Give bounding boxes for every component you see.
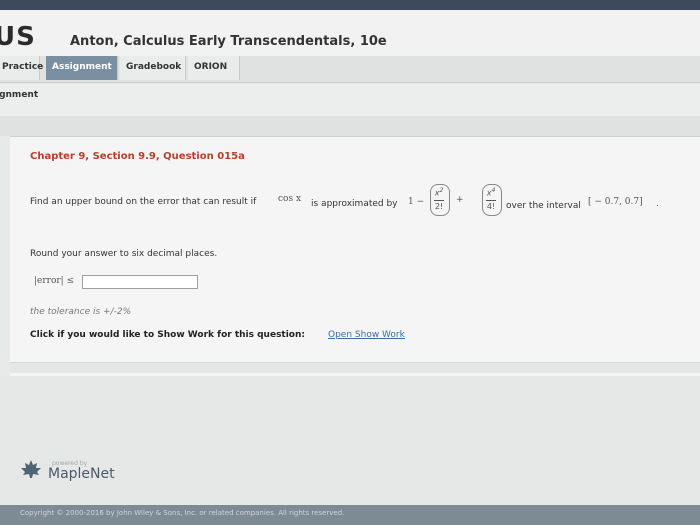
prompt-text-3: over the interval	[506, 201, 581, 211]
term1-denominator: 2!	[434, 202, 444, 211]
page-subtitle: ignment	[0, 90, 39, 100]
term1-numerator: x2	[434, 187, 444, 198]
poly-plus: +	[456, 195, 464, 205]
term2-fraction-line	[486, 200, 496, 201]
question-panel: Chapter 9, Section 9.9, Question 015a Fi…	[10, 136, 700, 377]
browser-top-bar	[0, 0, 700, 10]
interval: [ − 0.7, 0.7]	[588, 197, 643, 207]
question-footer-bar	[10, 362, 700, 373]
copyright-text: Copyright © 2000-2016 by John Wiley & So…	[20, 509, 345, 517]
section-divider	[0, 116, 700, 136]
main-tabs: Practice Assignment Gradebook ORION	[0, 56, 700, 83]
prompt-text-2: is approximated by	[311, 199, 398, 209]
site-header: US Anton, Calculus Early Transcendentals…	[0, 10, 700, 56]
open-show-work-link[interactable]: Open Show Work	[328, 330, 405, 340]
term2-denominator: 4!	[486, 202, 496, 211]
term1-fraction-line	[434, 200, 444, 201]
poly-constant: 1 −	[408, 197, 425, 207]
site-logo: US	[0, 22, 36, 52]
tab-orion[interactable]: ORION	[188, 56, 240, 80]
page-subtitle-bar: ignment	[0, 84, 700, 116]
error-label: |error| ≤	[34, 276, 75, 286]
answer-input[interactable]	[82, 275, 198, 289]
interval-period: .	[656, 199, 659, 209]
book-title: Anton, Calculus Early Transcendentals, 1…	[70, 34, 387, 49]
question-title: Chapter 9, Section 9.9, Question 015a	[30, 151, 245, 162]
function-cos-x: cos x	[278, 194, 302, 204]
showwork-prompt: Click if you would like to Show Work for…	[30, 330, 305, 340]
tab-practice[interactable]: Practice	[0, 56, 43, 80]
tab-gradebook[interactable]: Gradebook	[120, 56, 186, 80]
page-footer	[0, 376, 700, 525]
term2-numerator: x4	[486, 187, 496, 198]
tab-assignment[interactable]: Assignment	[46, 56, 118, 80]
tolerance-note: the tolerance is +/-2%	[30, 307, 132, 317]
rounding-instruction: Round your answer to six decimal places.	[30, 249, 218, 259]
prompt-text-1: Find an upper bound on the error that ca…	[30, 197, 257, 207]
maplenet-logo-text: MapleNet	[48, 466, 115, 482]
maple-leaf-icon	[21, 460, 41, 478]
